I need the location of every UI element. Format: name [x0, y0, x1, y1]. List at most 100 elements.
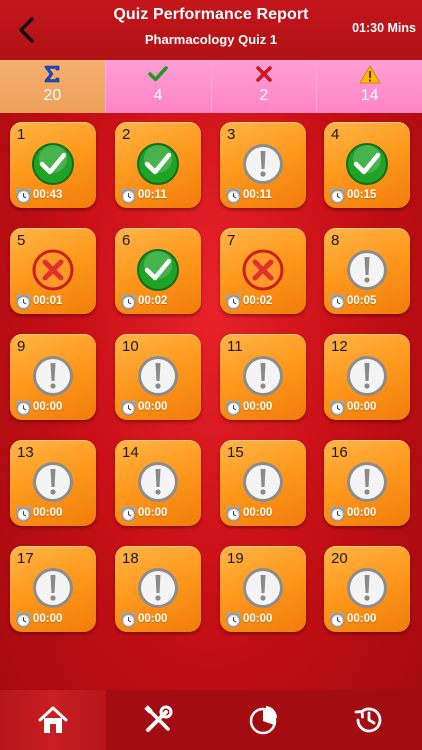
- question-tile-20[interactable]: 20 00:00: [324, 546, 410, 632]
- check-circle-icon: [31, 142, 75, 186]
- question-tile-11[interactable]: 11 00:00: [220, 334, 306, 420]
- question-time: 00:00: [138, 507, 168, 519]
- exclamation-circle-icon: [241, 566, 285, 610]
- nav-charts[interactable]: [211, 690, 317, 750]
- question-number: 8: [331, 232, 340, 249]
- question-tile-19[interactable]: 19 00:00: [220, 546, 306, 632]
- quiz-duration: 01:30 Mins: [352, 21, 416, 35]
- question-time: 00:00: [243, 613, 273, 625]
- history-icon: [354, 707, 382, 733]
- exclamation-circle-icon: [241, 354, 285, 398]
- check-circle-icon: [345, 142, 389, 186]
- alarm-clock-icon: [329, 187, 346, 204]
- checkmark-icon: [148, 64, 168, 84]
- question-number: 18: [122, 550, 139, 567]
- question-time: 00:00: [347, 613, 377, 625]
- question-tile-15[interactable]: 15 00:00: [220, 440, 306, 526]
- question-tile-18[interactable]: 18 00:00: [115, 546, 201, 632]
- question-tile-6[interactable]: 6 00:02: [115, 228, 201, 314]
- exclamation-circle-icon: [136, 566, 180, 610]
- question-time: 00:00: [243, 507, 273, 519]
- nav-tools[interactable]: [105, 690, 211, 750]
- exclamation-circle-icon: [31, 460, 75, 504]
- alarm-clock-icon: [120, 399, 137, 416]
- question-time: 00:11: [243, 189, 272, 201]
- question-time: 00:02: [138, 295, 168, 307]
- question-tile-8[interactable]: 8 00:05: [324, 228, 410, 314]
- question-number: 19: [227, 550, 244, 567]
- alarm-clock-icon: [329, 611, 346, 628]
- question-tile-9[interactable]: 9 00:00: [10, 334, 96, 420]
- bottom-nav: [0, 690, 422, 750]
- question-number: 10: [122, 338, 139, 355]
- question-tile-2[interactable]: 2 00:11: [115, 122, 201, 208]
- question-number: 1: [17, 126, 26, 143]
- alarm-clock-icon: [15, 293, 32, 310]
- question-number: 4: [331, 126, 340, 143]
- question-tile-12[interactable]: 12 00:00: [324, 334, 410, 420]
- alarm-clock-icon: [225, 187, 242, 204]
- exclamation-circle-icon: [241, 142, 285, 186]
- stat-unanswered-value: 14: [360, 87, 379, 104]
- alarm-clock-icon: [329, 399, 346, 416]
- exclamation-circle-icon: [31, 354, 75, 398]
- question-tile-5[interactable]: 5 00:01: [10, 228, 96, 314]
- question-time: 00:00: [347, 507, 377, 519]
- question-number: 13: [17, 444, 34, 461]
- question-tile-7[interactable]: 7 00:02: [220, 228, 306, 314]
- question-tile-3[interactable]: 3 00:11: [220, 122, 306, 208]
- question-tile-10[interactable]: 10 00:00: [115, 334, 201, 420]
- alarm-clock-icon: [329, 505, 346, 522]
- question-number: 9: [17, 338, 26, 355]
- alarm-clock-icon: [225, 611, 242, 628]
- question-tile-17[interactable]: 17 00:00: [10, 546, 96, 632]
- question-time: 00:43: [33, 189, 63, 201]
- cross-circle-icon: [31, 248, 75, 292]
- question-number: 6: [122, 232, 131, 249]
- nav-home[interactable]: [0, 690, 106, 750]
- question-tile-13[interactable]: 13 00:00: [10, 440, 96, 526]
- alarm-clock-icon: [15, 611, 32, 628]
- question-number: 3: [227, 126, 236, 143]
- question-time: 00:00: [243, 401, 273, 413]
- alarm-clock-icon: [15, 505, 32, 522]
- question-time: 00:00: [138, 613, 168, 625]
- question-time: 00:00: [33, 613, 63, 625]
- question-number: 5: [17, 232, 26, 249]
- question-number: 11: [227, 338, 243, 355]
- exclamation-circle-icon: [345, 566, 389, 610]
- stats-bar: 20 4 2 14: [0, 60, 422, 113]
- alarm-clock-icon: [15, 399, 32, 416]
- alarm-clock-icon: [225, 293, 242, 310]
- question-tile-16[interactable]: 16 00:00: [324, 440, 410, 526]
- question-number: 17: [17, 550, 34, 567]
- question-tile-4[interactable]: 4 00:15: [324, 122, 410, 208]
- alarm-clock-icon: [15, 187, 32, 204]
- alarm-clock-icon: [329, 293, 346, 310]
- exclamation-circle-icon: [345, 460, 389, 504]
- exclamation-circle-icon: [241, 460, 285, 504]
- alarm-clock-icon: [225, 399, 242, 416]
- question-time: 00:00: [33, 401, 63, 413]
- question-time: 00:05: [347, 295, 377, 307]
- warning-icon: [359, 64, 381, 84]
- alarm-clock-icon: [120, 187, 137, 204]
- home-icon: [38, 706, 68, 733]
- check-circle-icon: [136, 142, 180, 186]
- exclamation-circle-icon: [345, 248, 389, 292]
- question-tile-14[interactable]: 14 00:00: [115, 440, 201, 526]
- pie-chart-icon: [249, 706, 277, 735]
- tools-icon: [144, 705, 173, 732]
- question-number: 14: [122, 444, 139, 461]
- stat-wrong: 2: [210, 60, 317, 113]
- question-tile-1[interactable]: 1 00:43: [10, 122, 96, 208]
- question-time: 00:00: [347, 401, 377, 413]
- exclamation-circle-icon: [136, 460, 180, 504]
- stat-wrong-value: 2: [259, 87, 269, 104]
- check-circle-icon: [136, 248, 180, 292]
- question-time: 00:02: [243, 295, 273, 307]
- question-time: 00:00: [33, 507, 63, 519]
- question-number: 2: [122, 126, 131, 143]
- question-number: 16: [331, 444, 348, 461]
- nav-history[interactable]: [316, 690, 422, 750]
